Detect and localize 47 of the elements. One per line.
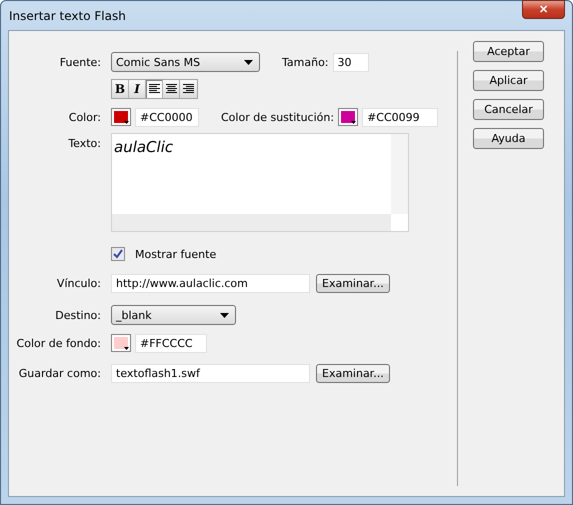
color-picker[interactable] (111, 334, 131, 352)
align-button[interactable] (180, 80, 197, 98)
caret-icon (124, 121, 129, 124)
align-button[interactable] (146, 80, 163, 98)
color-field[interactable]: #FFCCCC (135, 334, 207, 352)
align-icon (148, 84, 160, 94)
color-field[interactable]: #CC0000 (135, 108, 199, 126)
field-label: Fuente: (58, 56, 102, 68)
dialog-button[interactable]: Ayuda (473, 128, 544, 149)
field-label: Color de sustitución: (221, 110, 334, 124)
caret-icon (351, 121, 356, 124)
window-title: Insertar texto Flash (8, 8, 126, 22)
browse-button[interactable]: Examinar... (316, 274, 390, 292)
checkbox[interactable] (111, 247, 125, 261)
field-label: Tamaño: (282, 56, 329, 68)
italic-button[interactable]: I (129, 80, 146, 98)
filename-field[interactable]: textoflash1.swf (111, 364, 310, 382)
dialog-button[interactable]: Aceptar (473, 41, 544, 62)
horizontal-scrollbar[interactable] (112, 214, 391, 231)
dropdown-arrow-icon (244, 60, 253, 64)
field-label: Destino: (54, 308, 102, 322)
field-label: Guardar como: (18, 366, 102, 380)
dropdown-arrow-icon (220, 312, 229, 318)
text-content: aulaClic (113, 137, 174, 156)
size-field[interactable]: 30 (332, 52, 369, 72)
bold-button[interactable]: B (112, 80, 129, 98)
field-label: Color: (68, 110, 102, 124)
field-label: Vínculo: (56, 276, 102, 290)
dialog-button[interactable]: Aplicar (473, 70, 544, 91)
color-picker[interactable] (338, 108, 358, 126)
close-button[interactable]: ✕ (522, 0, 565, 19)
color-picker[interactable] (111, 108, 131, 126)
checkbox-label: Mostrar fuente (135, 248, 216, 260)
color-field[interactable]: #CC0099 (362, 108, 438, 126)
browse-button[interactable]: Examinar... (316, 364, 390, 382)
link-field[interactable]: http://www.aulaclic.com (111, 274, 310, 292)
text-area[interactable]: aulaClic (111, 133, 409, 232)
field-label: Texto: (67, 136, 102, 150)
align-icon (183, 84, 194, 94)
dialog-button[interactable]: Cancelar (473, 99, 544, 120)
field-label: Color de fondo: (16, 336, 102, 350)
caret-icon (124, 347, 129, 350)
align-icon (166, 84, 176, 94)
font-dropdown[interactable]: Comic Sans MS (111, 52, 260, 72)
target-dropdown[interactable]: _blank (111, 305, 236, 325)
vertical-scrollbar[interactable] (391, 134, 408, 214)
align-button[interactable] (163, 80, 180, 98)
